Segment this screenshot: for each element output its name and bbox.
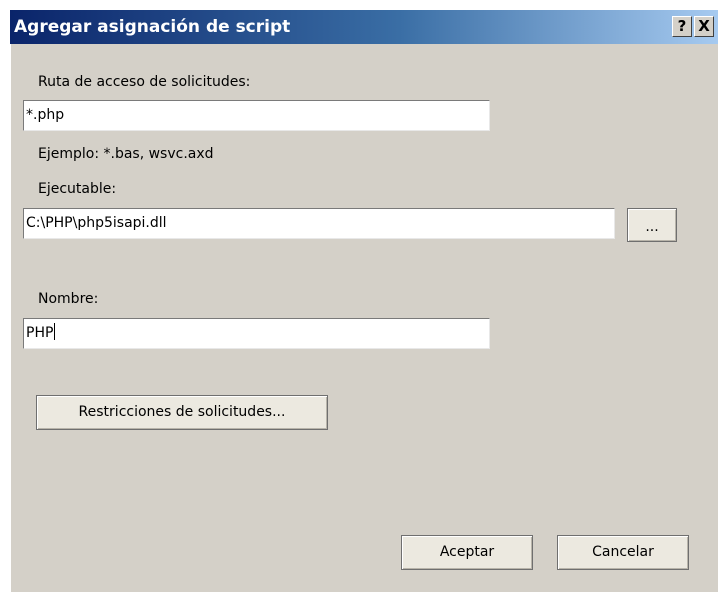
text-caret [54, 323, 56, 340]
browse-button[interactable]: ... [627, 208, 677, 242]
help-button[interactable]: ? [672, 16, 692, 37]
request-path-example: Ejemplo: *.bas, wsvc.axd [38, 146, 214, 162]
executable-label: Ejecutable: [38, 181, 117, 197]
name-label: Nombre: [38, 291, 99, 307]
ok-button[interactable]: Aceptar [401, 535, 533, 570]
dialog-title: Agregar asignación de script [14, 17, 291, 37]
request-path-label: Ruta de acceso de solicitudes: [38, 74, 251, 90]
cancel-button[interactable]: Cancelar [557, 535, 689, 570]
close-button[interactable]: X [694, 16, 714, 37]
request-path-input[interactable]: *.php [23, 100, 490, 131]
name-input-value: PHP [26, 325, 54, 341]
name-input[interactable]: PHP [23, 318, 490, 349]
request-restrictions-button[interactable]: Restricciones de solicitudes... [36, 395, 328, 430]
add-script-map-dialog: Agregar asignación de script ? X Ruta de… [10, 10, 718, 592]
executable-input[interactable]: C:\PHP\php5isapi.dll [23, 208, 615, 239]
title-bar: Agregar asignación de script ? X [10, 10, 718, 44]
